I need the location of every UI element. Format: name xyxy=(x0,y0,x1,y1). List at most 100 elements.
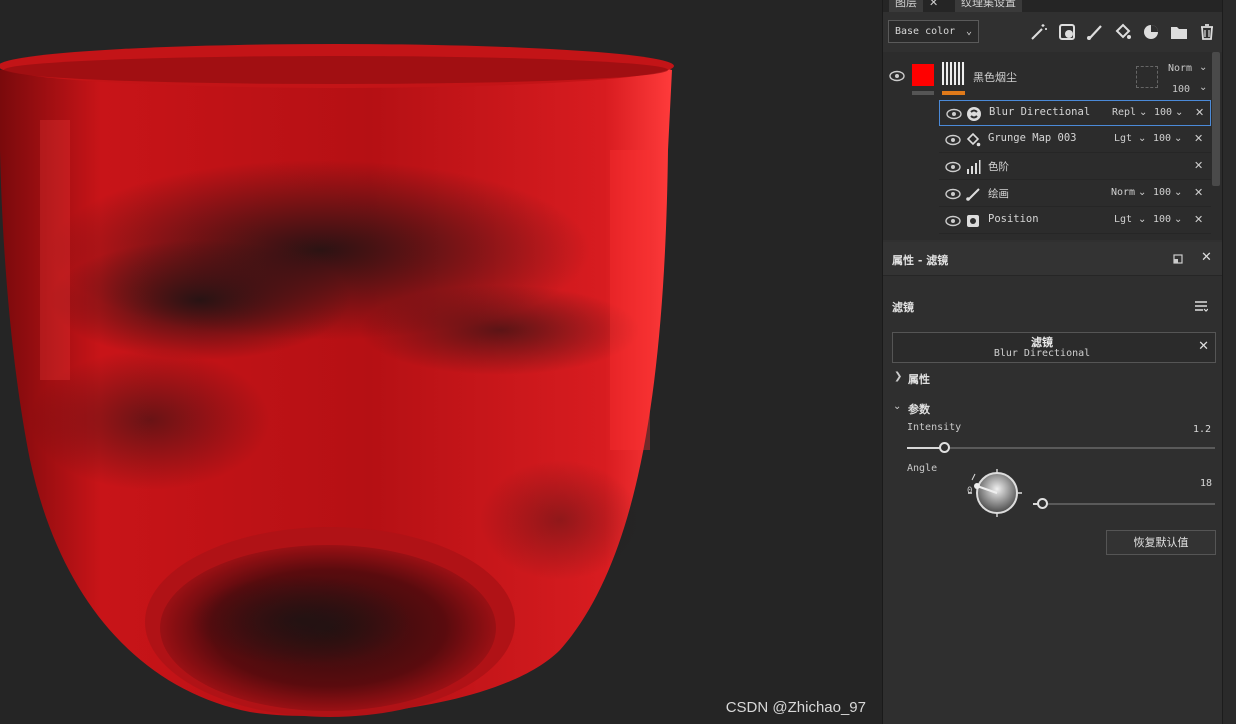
effect-blend-mode[interactable]: Norm xyxy=(1111,187,1135,198)
add-mask-icon[interactable] xyxy=(1057,22,1077,42)
trash-icon[interactable] xyxy=(1197,22,1217,42)
filter-selector[interactable]: 滤镜 Blur Directional ✕ xyxy=(892,332,1216,363)
side-toolbar-strip xyxy=(1222,0,1236,724)
effect-name: Grunge Map 003 xyxy=(988,132,1077,144)
chevron-down-icon: ⌄ xyxy=(1174,133,1183,144)
menu-list-icon[interactable] xyxy=(1194,299,1208,313)
filter-value: Blur Directional xyxy=(993,348,1091,359)
close-icon[interactable]: ✕ xyxy=(1194,132,1203,145)
3d-viewport[interactable]: CSDN @Zhichao_97 xyxy=(0,0,882,724)
effect-blend-mode[interactable]: Lgt xyxy=(1114,214,1132,225)
chevron-right-icon[interactable]: ❯ xyxy=(894,371,902,382)
tab-texture-set-settings[interactable]: 纹理集设置 xyxy=(955,0,1022,12)
chevron-down-icon: ⌄ xyxy=(1175,107,1184,118)
effect-blend-mode[interactable]: Repl xyxy=(1112,107,1136,118)
intensity-slider-thumb[interactable] xyxy=(939,442,950,453)
panel-tabbar: 图层 ✕ 纹理集设置 xyxy=(883,0,1223,12)
effect-row-levels[interactable]: 色阶 ✕ xyxy=(939,154,1211,180)
effect-name: Position xyxy=(988,213,1039,225)
close-icon[interactable]: ✕ xyxy=(1198,339,1209,354)
mask-active-indicator xyxy=(942,91,965,95)
layers-scrollbar[interactable] xyxy=(1212,52,1220,186)
visibility-eye-icon[interactable] xyxy=(945,161,961,173)
layers-panel: 图层 ✕ 纹理集设置 Base color ⌄ 黑色烟尘 Norm ⌄ 100 … xyxy=(882,0,1223,724)
visibility-eye-icon[interactable] xyxy=(945,134,961,146)
generator-icon xyxy=(967,215,979,227)
layer-name: 黑色烟尘 xyxy=(973,71,1017,84)
channel-select[interactable]: Base color ⌄ xyxy=(888,20,979,43)
effect-blend-mode[interactable]: Lgt xyxy=(1114,133,1132,144)
chevron-down-icon: ⌄ xyxy=(1139,107,1148,118)
angle-dial[interactable] xyxy=(966,468,1022,518)
attributes-section-title[interactable]: 属性 xyxy=(908,371,930,387)
magic-wand-icon[interactable] xyxy=(1029,22,1049,42)
substance-filter-icon xyxy=(967,107,981,121)
close-icon[interactable]: ✕ xyxy=(1201,250,1212,265)
chevron-down-icon: ⌄ xyxy=(1138,133,1147,144)
angle-slider-thumb[interactable] xyxy=(1037,498,1048,509)
effect-opacity[interactable]: 100 xyxy=(1154,107,1172,118)
intensity-label: Intensity xyxy=(907,422,962,433)
visibility-eye-icon[interactable] xyxy=(945,215,961,227)
layer-swatch-underline xyxy=(912,91,934,95)
reset-defaults-button[interactable]: 恢复默认值 xyxy=(1106,530,1216,555)
angle-dial-mark: 0 xyxy=(967,486,973,496)
chevron-down-icon: ⌄ xyxy=(1174,187,1183,198)
effect-row-position[interactable]: Position Lgt ⌄ 100 ⌄ ✕ xyxy=(939,208,1211,234)
folder-icon[interactable] xyxy=(1169,22,1189,42)
chevron-down-icon: ⌄ xyxy=(1138,214,1147,225)
channel-select-value: Base color xyxy=(895,26,956,37)
layer-mask-thumbnail[interactable] xyxy=(942,62,965,85)
chevron-down-icon: ⌄ xyxy=(1199,62,1208,73)
effect-opacity[interactable]: 100 xyxy=(1153,214,1171,225)
intensity-value[interactable]: 1.2 xyxy=(1193,424,1211,435)
effect-opacity[interactable]: 100 xyxy=(1153,133,1171,144)
layer-color-swatch xyxy=(912,64,934,86)
tab-layers[interactable]: 图层 xyxy=(889,0,923,12)
visibility-eye-icon[interactable] xyxy=(946,108,962,120)
properties-panel: 属性 - 滤镜 ✕ 滤镜 滤镜 Blur Directional ✕ ❯ 属性 … xyxy=(883,242,1223,724)
undock-icon[interactable] xyxy=(1173,254,1183,264)
cup-render xyxy=(0,44,674,717)
fill-bucket-icon xyxy=(966,132,981,147)
layers-toolbar: Base color ⌄ xyxy=(883,14,1223,50)
effect-name: 色阶 xyxy=(988,161,1009,173)
visibility-eye-icon[interactable] xyxy=(889,70,905,82)
chevron-down-icon: ⌄ xyxy=(1138,187,1147,198)
effect-row-grunge-map[interactable]: Grunge Map 003 Lgt ⌄ 100 ⌄ ✕ xyxy=(939,127,1211,153)
levels-icon xyxy=(967,160,981,174)
brush-icon xyxy=(966,188,980,201)
layer-item-main[interactable]: 黑色烟尘 Norm ⌄ 100 ⌄ xyxy=(883,54,1211,98)
effect-name: 绘画 xyxy=(988,188,1009,200)
close-icon[interactable]: ✕ xyxy=(1194,186,1203,199)
layer-blend-mode[interactable]: Norm xyxy=(1168,63,1192,74)
chevron-down-icon[interactable]: ⌄ xyxy=(893,401,901,412)
close-icon[interactable]: ✕ xyxy=(1194,159,1203,172)
angle-label: Angle xyxy=(907,463,938,474)
effect-name: Blur Directional xyxy=(989,106,1091,118)
visibility-eye-icon[interactable] xyxy=(945,188,961,200)
params-section-title[interactable]: 参数 xyxy=(908,401,930,417)
tab-close-icon[interactable]: ✕ xyxy=(929,0,938,12)
effect-opacity[interactable]: 100 xyxy=(1153,187,1171,198)
chevron-down-icon: ⌄ xyxy=(1174,214,1183,225)
angle-value[interactable]: 18 xyxy=(1200,478,1212,489)
filter-section-title: 滤镜 xyxy=(892,301,914,314)
chevron-down-icon: ⌄ xyxy=(965,26,972,37)
close-icon[interactable]: ✕ xyxy=(1194,213,1203,226)
intensity-slider-track[interactable] xyxy=(907,447,1215,449)
properties-title: 属性 - 滤镜 xyxy=(892,254,949,267)
smart-material-icon[interactable] xyxy=(1141,22,1161,42)
layer-opacity[interactable]: 100 xyxy=(1172,84,1190,95)
fill-layer-icon[interactable] xyxy=(1113,22,1133,42)
properties-header: 属性 - 滤镜 ✕ xyxy=(883,242,1223,276)
close-icon[interactable]: ✕ xyxy=(1195,106,1204,119)
watermark-text: CSDN @Zhichao_97 xyxy=(725,699,866,716)
layer-select-box[interactable] xyxy=(1136,66,1158,88)
angle-slider-track[interactable] xyxy=(1033,503,1215,505)
layer-stack: 黑色烟尘 Norm ⌄ 100 ⌄ Blur Directional Repl … xyxy=(883,52,1223,240)
chevron-down-icon: ⌄ xyxy=(1199,82,1208,93)
effect-row-blur-directional[interactable]: Blur Directional Repl ⌄ 100 ⌄ ✕ xyxy=(939,100,1211,126)
effect-row-paint[interactable]: 绘画 Norm ⌄ 100 ⌄ ✕ xyxy=(939,181,1211,207)
brush-tool-icon[interactable] xyxy=(1085,22,1105,42)
